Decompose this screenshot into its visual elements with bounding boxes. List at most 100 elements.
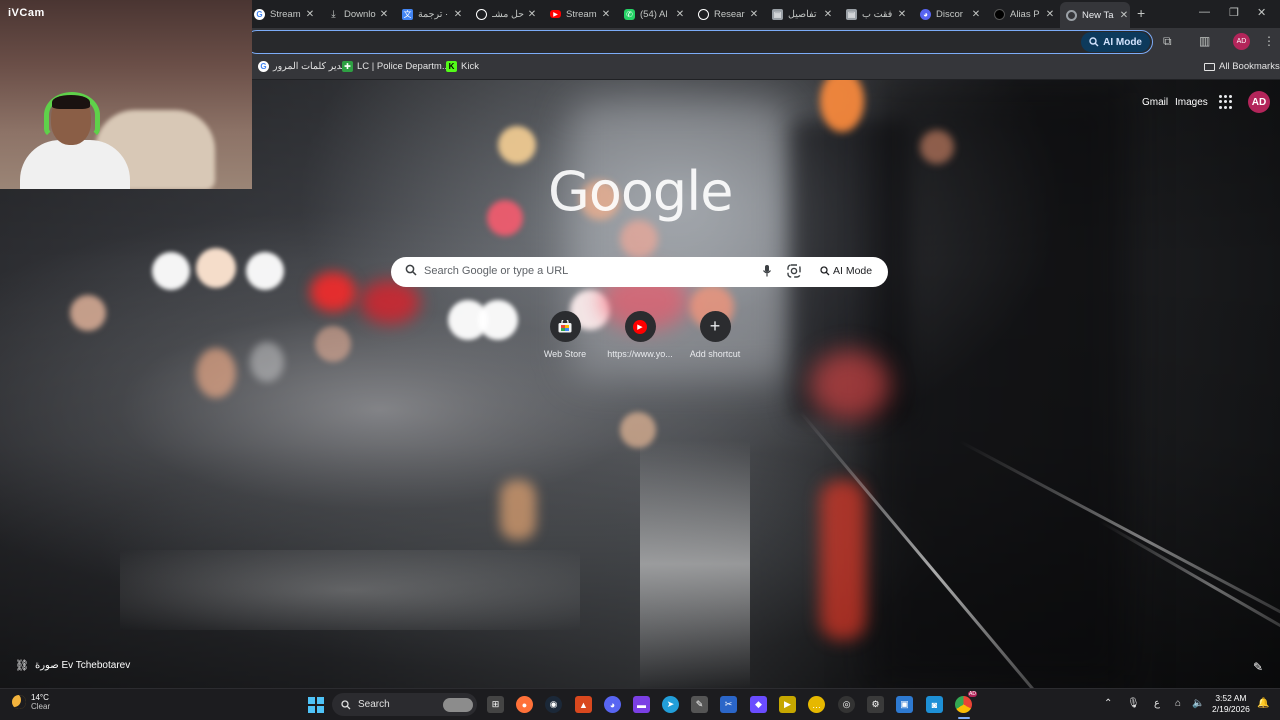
- folder-icon: [1204, 62, 1215, 71]
- plus-icon: +: [699, 311, 731, 342]
- tab[interactable]: ✆ (54) Al ✕: [624, 3, 686, 25]
- discord-icon[interactable]: ◕: [604, 696, 621, 713]
- ai-search-icon: [1089, 37, 1099, 47]
- microphone-icon[interactable]: 🎙: [1127, 698, 1140, 709]
- gmail-link[interactable]: Gmail: [1142, 97, 1168, 108]
- kick-icon: K: [446, 61, 457, 72]
- tab[interactable]: ◕ Discor ✕: [920, 3, 982, 25]
- close-icon[interactable]: ✕: [600, 9, 612, 20]
- close-icon[interactable]: ✕: [674, 9, 686, 20]
- close-icon[interactable]: ✕: [452, 9, 464, 20]
- apex-icon[interactable]: ▲: [575, 696, 592, 713]
- chat-bubble-icon[interactable]: …: [808, 696, 825, 713]
- video-editor-icon[interactable]: ▬: [633, 696, 650, 713]
- restore-icon[interactable]: ❐: [1229, 6, 1239, 19]
- game-controller-icon[interactable]: ⊞: [487, 696, 504, 713]
- steam-icon[interactable]: ◉: [545, 696, 562, 713]
- tab-title: ترجمة ·: [418, 8, 449, 20]
- tab[interactable]: ▤ فقت ب ✕: [846, 3, 908, 25]
- close-icon[interactable]: ✕: [526, 9, 538, 20]
- close-icon[interactable]: ✕: [304, 9, 316, 20]
- add-shortcut-tile[interactable]: + Add shortcut: [680, 311, 750, 359]
- window-close-icon[interactable]: ✕: [1257, 6, 1266, 19]
- snipping-icon[interactable]: ✂: [720, 696, 737, 713]
- bookmark-item[interactable]: K Kick: [446, 61, 479, 72]
- weather-widget[interactable]: 14°C Clear: [12, 693, 50, 711]
- volume-icon[interactable]: 🔈: [1192, 698, 1204, 709]
- chrome-profile-badge: AD: [968, 691, 977, 697]
- reading-list-icon[interactable]: ▥: [1199, 34, 1210, 48]
- tab[interactable]: 文 ترجمة · ✕: [402, 3, 464, 25]
- network-icon[interactable]: ⌂: [1175, 698, 1181, 709]
- tab-title: Stream: [270, 8, 301, 20]
- profile-avatar[interactable]: AD: [1233, 33, 1250, 50]
- account-avatar[interactable]: AD: [1248, 91, 1270, 113]
- ntp-search-box[interactable]: Search Google or type a URL AI Mode: [391, 257, 888, 287]
- close-icon[interactable]: ✕: [822, 9, 834, 20]
- minimize-icon[interactable]: —: [1199, 6, 1210, 18]
- ai-search-icon: [820, 266, 830, 276]
- lc-icon: ✚: [342, 61, 353, 72]
- windows-start-icon[interactable]: [308, 697, 324, 713]
- tab-title: Discor: [936, 8, 963, 20]
- link-icon: ⛓: [15, 660, 29, 672]
- close-icon[interactable]: ✕: [1044, 9, 1056, 20]
- webcam-person: [20, 140, 130, 189]
- tab[interactable]: Alias P ✕: [994, 3, 1056, 25]
- clock-date: 2/19/2026: [1212, 704, 1250, 714]
- extensions-icon[interactable]: ⧉: [1163, 34, 1172, 49]
- tab[interactable]: ▤ تفاصيل ✕: [772, 3, 834, 25]
- shortcut-tile[interactable]: Web Store: [530, 311, 600, 359]
- tab[interactable]: ▶ Stream ✕: [550, 3, 612, 25]
- close-icon[interactable]: ✕: [378, 9, 390, 20]
- tab-title: (54) Al: [640, 8, 668, 20]
- chevron-up-icon[interactable]: ⌃: [1104, 698, 1112, 709]
- youtube-icon: ▶: [624, 311, 656, 342]
- bookmark-item[interactable]: ✚ LC | Police Departm...: [342, 61, 450, 72]
- windows-taskbar: 14°C Clear Search ⊞ ● ◉ ◕ ▲ ▬ ➤ ✎ ✂ ◆ ▶ …: [0, 688, 1280, 720]
- chrome-icon[interactable]: AD: [955, 691, 977, 713]
- close-icon[interactable]: ✕: [970, 9, 982, 20]
- close-icon[interactable]: ✕: [1118, 10, 1130, 21]
- new-tab-plus-icon[interactable]: +: [1137, 5, 1145, 21]
- language-indicator[interactable]: ع: [1154, 698, 1160, 709]
- notes-icon[interactable]: ✎: [691, 696, 708, 713]
- ai-mode-button[interactable]: AI Mode: [820, 265, 872, 277]
- telegram-icon[interactable]: ➤: [662, 696, 679, 713]
- address-bar[interactable]: AI Mode: [245, 30, 1153, 54]
- tab[interactable]: Resear ✕: [698, 3, 760, 25]
- arrow-app-icon[interactable]: ◆: [750, 696, 767, 713]
- copilot-icon[interactable]: ◙: [926, 696, 943, 713]
- all-bookmarks[interactable]: All Bookmarks: [1204, 61, 1280, 72]
- firefox-icon[interactable]: ●: [516, 696, 533, 713]
- background-credit[interactable]: ⛓ صورة Ev Tchebotarev: [15, 659, 130, 672]
- ai-mode-chip[interactable]: AI Mode: [1081, 32, 1150, 52]
- shortcut-label: Web Store: [543, 349, 587, 359]
- bookmark-item[interactable]: G مدير كلمات المرور: [258, 61, 347, 72]
- tab[interactable]: G Stream ✕: [254, 3, 316, 25]
- google-lens-icon[interactable]: [787, 264, 801, 278]
- google-apps-icon[interactable]: [1219, 95, 1233, 109]
- customize-pencil-icon[interactable]: ✎: [1253, 660, 1263, 674]
- shortcut-tile[interactable]: ▶ https://www.yo...: [605, 311, 675, 359]
- chrome-icon: [1066, 9, 1077, 21]
- settings-gear-icon[interactable]: ⚙: [867, 696, 884, 713]
- close-icon[interactable]: ✕: [748, 9, 760, 20]
- taskbar-search[interactable]: Search: [332, 693, 477, 716]
- tab[interactable]: حل مشـ ✕: [476, 3, 538, 25]
- tab[interactable]: ⤓ Downlo ✕: [328, 3, 390, 25]
- clock[interactable]: 3:52 AM 2/19/2026: [1212, 693, 1250, 715]
- notification-bell-icon[interactable]: 🔔: [1257, 698, 1269, 709]
- photos-icon[interactable]: ▣: [896, 696, 913, 713]
- microphone-icon[interactable]: [762, 264, 772, 278]
- bookmark-label: Kick: [461, 61, 479, 72]
- discord-icon: ◕: [920, 8, 931, 20]
- close-icon[interactable]: ✕: [896, 9, 908, 20]
- obs-icon[interactable]: ◎: [838, 696, 855, 713]
- images-link[interactable]: Images: [1175, 97, 1208, 108]
- weather-temp: 14°C: [31, 693, 49, 702]
- chatgpt-icon: [698, 8, 709, 20]
- battlenet-icon[interactable]: ▶: [779, 696, 796, 713]
- tab-active[interactable]: New Ta ✕: [1060, 2, 1130, 28]
- menu-kebab-icon[interactable]: ⋮: [1263, 34, 1275, 48]
